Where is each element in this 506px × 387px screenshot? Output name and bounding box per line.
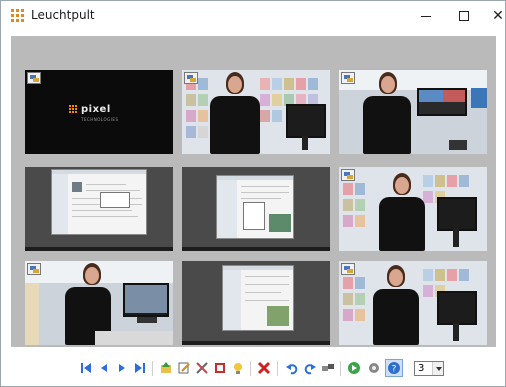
play-button[interactable]	[113, 359, 131, 377]
tools-button[interactable]	[193, 359, 211, 377]
import-icon	[161, 362, 171, 373]
bottom-toolbar: ?	[77, 359, 457, 381]
thumbnail[interactable]: pixel TECHNOLOGIES	[25, 70, 173, 154]
delete-button[interactable]	[255, 359, 273, 377]
logo-text: pixel	[81, 104, 111, 115]
maximize-icon	[459, 11, 469, 21]
previous-icon	[101, 364, 107, 372]
columns-select-value: 3	[418, 363, 425, 374]
undo-button[interactable]	[283, 359, 301, 377]
go-button[interactable]	[345, 359, 363, 377]
thumbnail[interactable]	[339, 167, 487, 251]
last-icon	[135, 363, 145, 373]
thumbnail[interactable]	[339, 261, 487, 345]
logo-subtext: TECHNOLOGIES	[81, 117, 119, 122]
tools-icon	[196, 362, 208, 374]
first-frame-button[interactable]	[77, 359, 95, 377]
close-button[interactable]: ✕	[483, 5, 506, 27]
screenshot-preview	[51, 169, 147, 235]
last-frame-button[interactable]	[131, 359, 149, 377]
logo-dots-icon	[69, 105, 78, 114]
app-grid-icon	[11, 9, 25, 22]
settings-button[interactable]	[365, 359, 383, 377]
clip-badge-icon	[341, 169, 355, 181]
clip-badge-icon	[27, 263, 41, 275]
thumbnail[interactable]	[339, 70, 487, 154]
import-button[interactable]	[157, 359, 175, 377]
title-bar[interactable]: Leuchtpult ✕	[1, 1, 505, 30]
window-title: Leuchtpult	[31, 8, 95, 22]
previous-frame-button[interactable]	[95, 359, 113, 377]
clip-badge-icon	[184, 72, 198, 84]
thumbnail[interactable]	[182, 167, 330, 251]
help-icon: ?	[388, 362, 400, 375]
gear-icon	[369, 363, 379, 373]
leuchtpult-window: Leuchtpult ✕ pixel TECHNOLOGIES ? 3	[0, 0, 506, 387]
thumbnail[interactable]	[182, 261, 330, 345]
transfer-icon	[322, 364, 334, 371]
columns-select[interactable]: 3	[414, 361, 444, 376]
light-button[interactable]	[229, 359, 247, 377]
minimize-button[interactable]	[411, 5, 441, 27]
maximize-button[interactable]	[449, 5, 479, 27]
filmstrip-button[interactable]	[211, 359, 229, 377]
edit-button[interactable]	[175, 359, 193, 377]
redo-icon	[304, 364, 316, 375]
clip-badge-icon	[341, 263, 355, 275]
help-button[interactable]: ?	[385, 359, 403, 377]
screenshot-preview	[222, 265, 294, 331]
thumbnail[interactable]	[25, 261, 173, 345]
go-icon	[348, 362, 360, 374]
thumbnail[interactable]	[25, 167, 173, 251]
svg-text:?: ?	[392, 365, 397, 375]
lighttable-area[interactable]: pixel TECHNOLOGIES	[11, 36, 496, 347]
filmstrip-icon	[215, 363, 225, 373]
close-icon: ✕	[492, 8, 504, 24]
clip-badge-icon	[341, 72, 355, 84]
transfer-button[interactable]	[319, 359, 337, 377]
screenshot-preview	[216, 175, 294, 239]
minimize-icon	[421, 15, 431, 17]
clip-badge-icon	[27, 72, 41, 84]
chevron-down-icon[interactable]	[432, 362, 443, 375]
thumbnail[interactable]	[182, 70, 330, 154]
first-icon	[81, 363, 91, 373]
undo-icon	[286, 364, 298, 375]
light-icon	[234, 363, 242, 374]
edit-icon	[178, 362, 190, 374]
redo-button[interactable]	[301, 359, 319, 377]
play-icon	[119, 364, 125, 372]
delete-icon	[257, 361, 271, 375]
